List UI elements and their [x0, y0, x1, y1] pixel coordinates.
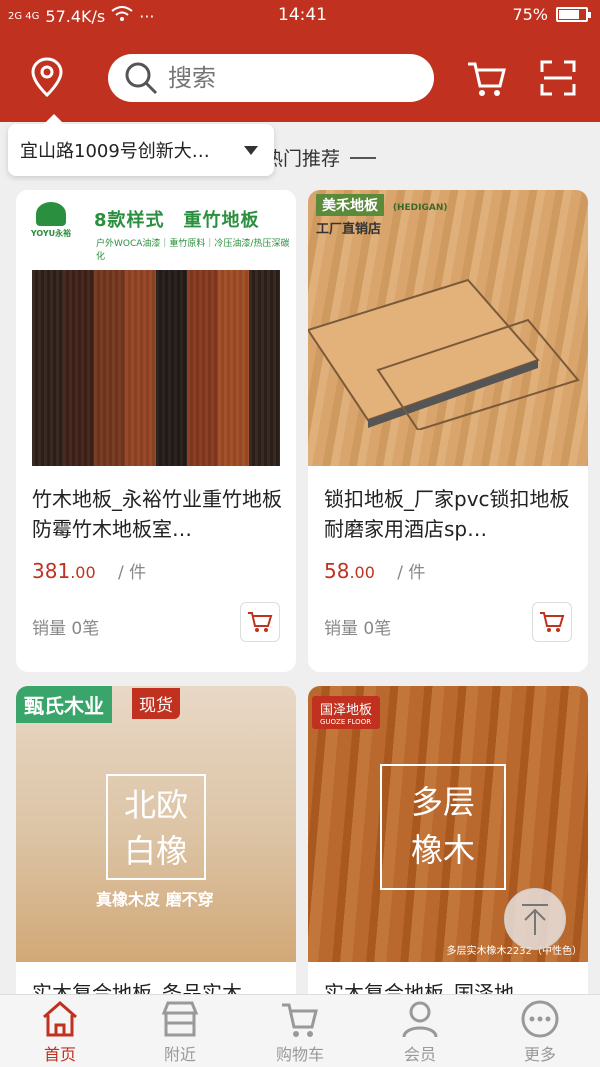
brand-badge: 美禾地板 (HEDIGAN) 工厂直销店 [316, 194, 448, 237]
back-to-top-button[interactable] [504, 888, 566, 950]
search-icon [125, 62, 158, 95]
price-int: 381 [32, 559, 71, 583]
stock-badge: 现货 [132, 688, 180, 719]
product-price: 58.00 / 件 [324, 558, 425, 583]
arrow-up-icon [522, 904, 548, 935]
signal-icon: 2G 4G [8, 10, 40, 22]
frame-text: 北欧 [123, 786, 188, 824]
plank-illustration [308, 278, 580, 430]
product-image: 美禾地板 (HEDIGAN) 工厂直销店 [308, 190, 588, 466]
nav-label: 更多 [523, 1045, 556, 1064]
image-caption: 多层实木橡木2232（中性色） [446, 946, 582, 957]
cart-icon [540, 612, 565, 632]
banner-subtitle: 户外WOCA油漆｜重竹原料｜冷压油漆/热压深碳化 [96, 239, 290, 262]
header [0, 40, 600, 114]
product-image: 甄氏木业 现货 北欧 白橡 真橡木皮 磨不穿 [16, 686, 296, 962]
nav-label: 首页 [43, 1045, 76, 1064]
status-bar: 2G 4G 57.4K/s ··· 14:41 75% [0, 0, 600, 32]
divider [350, 156, 377, 159]
brand-text: 国泽地板 [320, 703, 373, 718]
brand-logo: 国泽地板 GUOZE FLOOR [312, 696, 381, 729]
wifi-icon [111, 6, 133, 26]
brand-subtext: (HEDIGAN) [392, 203, 448, 213]
plank-samples [32, 270, 280, 466]
chevron-down-icon [244, 146, 258, 155]
product-card[interactable]: YOYU永裕 8款样式 重竹地板 户外WOCA油漆｜重竹原料｜冷压油漆/热压深碳… [16, 190, 296, 672]
search-bar[interactable] [108, 54, 434, 102]
frame-text: 多层 [410, 783, 475, 821]
price-unit: / 件 [118, 563, 147, 583]
brand-tag: 甄氏木业 [16, 686, 112, 723]
status-left: 2G 4G 57.4K/s ··· [8, 6, 155, 26]
network-speed: 57.4K/s [45, 6, 106, 26]
battery-percent: 75% [512, 5, 548, 24]
image-caption: 真橡木皮 磨不穿 [96, 890, 214, 909]
location-pin-icon[interactable] [28, 56, 66, 98]
status-right: 75% [512, 5, 591, 24]
brand-logo: YOYU永裕 [26, 202, 76, 250]
user-icon [402, 1001, 438, 1038]
product-image: YOYU永裕 8款样式 重竹地板 户外WOCA油漆｜重竹原料｜冷压油漆/热压深碳… [16, 190, 296, 466]
more-dots: ··· [139, 6, 155, 26]
location-dropdown[interactable]: 宜山路1009号创新大… [8, 114, 274, 176]
bottom-nav: 首页 附近 购物车 会员 更多 [0, 994, 600, 1067]
nav-label: 会员 [403, 1045, 436, 1064]
brand-subtext: GUOZE FLOOR [320, 718, 372, 726]
product-card[interactable]: 甄氏木业 现货 北欧 白橡 真橡木皮 磨不穿 实木复合地板_条品实木… [16, 686, 296, 1006]
nav-item-home[interactable]: 首页 [0, 995, 120, 1067]
more-icon [521, 1000, 559, 1038]
cart-icon [248, 612, 273, 632]
nav-item-more[interactable]: 更多 [480, 995, 600, 1067]
frame-text: 白橡 [123, 832, 188, 870]
product-name: 锁扣地板_厂家pvc锁扣地板耐磨家用酒店sp… [324, 487, 570, 541]
home-icon [43, 1001, 77, 1037]
cart-icon[interactable] [466, 60, 506, 102]
search-input[interactable] [168, 64, 388, 92]
scan-icon[interactable] [540, 60, 576, 100]
product-card[interactable]: 美禾地板 (HEDIGAN) 工厂直销店 锁扣地板_厂家pvc锁扣地板耐磨家用酒… [308, 190, 588, 672]
nav-item-cart[interactable]: 购物车 [240, 995, 360, 1067]
price-int: 58 [324, 559, 350, 583]
image-frame: 北欧 白橡 [106, 774, 206, 880]
price-dec: .00 [349, 563, 375, 582]
sales-count: 销量 0笔 [324, 619, 392, 639]
product-card[interactable]: 国泽地板 GUOZE FLOOR 多层 橡木 多层实木橡木2232（中性色） 实… [308, 686, 588, 1006]
location-text: 宜山路1009号创新大… [20, 141, 210, 162]
top-bar: 2G 4G 57.4K/s ··· 14:41 75% [0, 0, 600, 122]
brand-slogan: 工厂直销店 [316, 222, 382, 237]
nav-label: 附近 [163, 1045, 196, 1064]
add-to-cart-button[interactable] [532, 602, 572, 642]
price-unit: / 件 [397, 563, 426, 583]
brand-text: YOYU永裕 [30, 229, 72, 238]
brand-text: 美禾地板 [316, 194, 384, 216]
clock: 14:41 [278, 5, 327, 25]
sales-count: 销量 0笔 [32, 619, 100, 639]
price-dec: .00 [70, 563, 96, 582]
product-price: 381.00 / 件 [32, 558, 146, 583]
frame-text: 橡木 [410, 831, 475, 869]
leaf-icon [36, 202, 66, 226]
nav-label: 购物车 [275, 1045, 324, 1064]
image-banner: YOYU永裕 8款样式 重竹地板 户外WOCA油漆｜重竹原料｜冷压油漆/热压深碳… [16, 190, 296, 262]
image-frame: 多层 橡木 [380, 764, 506, 890]
product-name: 竹木地板_永裕竹业重竹地板防霉竹木地板室… [32, 487, 282, 541]
cart-icon [282, 1003, 318, 1037]
nav-item-member[interactable]: 会员 [360, 995, 480, 1067]
add-to-cart-button[interactable] [240, 602, 280, 642]
section-title: 热门推荐 [264, 144, 377, 171]
section-title-text: 热门推荐 [264, 148, 341, 170]
nav-item-nearby[interactable]: 附近 [120, 995, 240, 1067]
battery-icon [556, 7, 591, 22]
store-icon [161, 1001, 199, 1037]
banner-title: 8款样式 重竹地板 [94, 210, 260, 231]
